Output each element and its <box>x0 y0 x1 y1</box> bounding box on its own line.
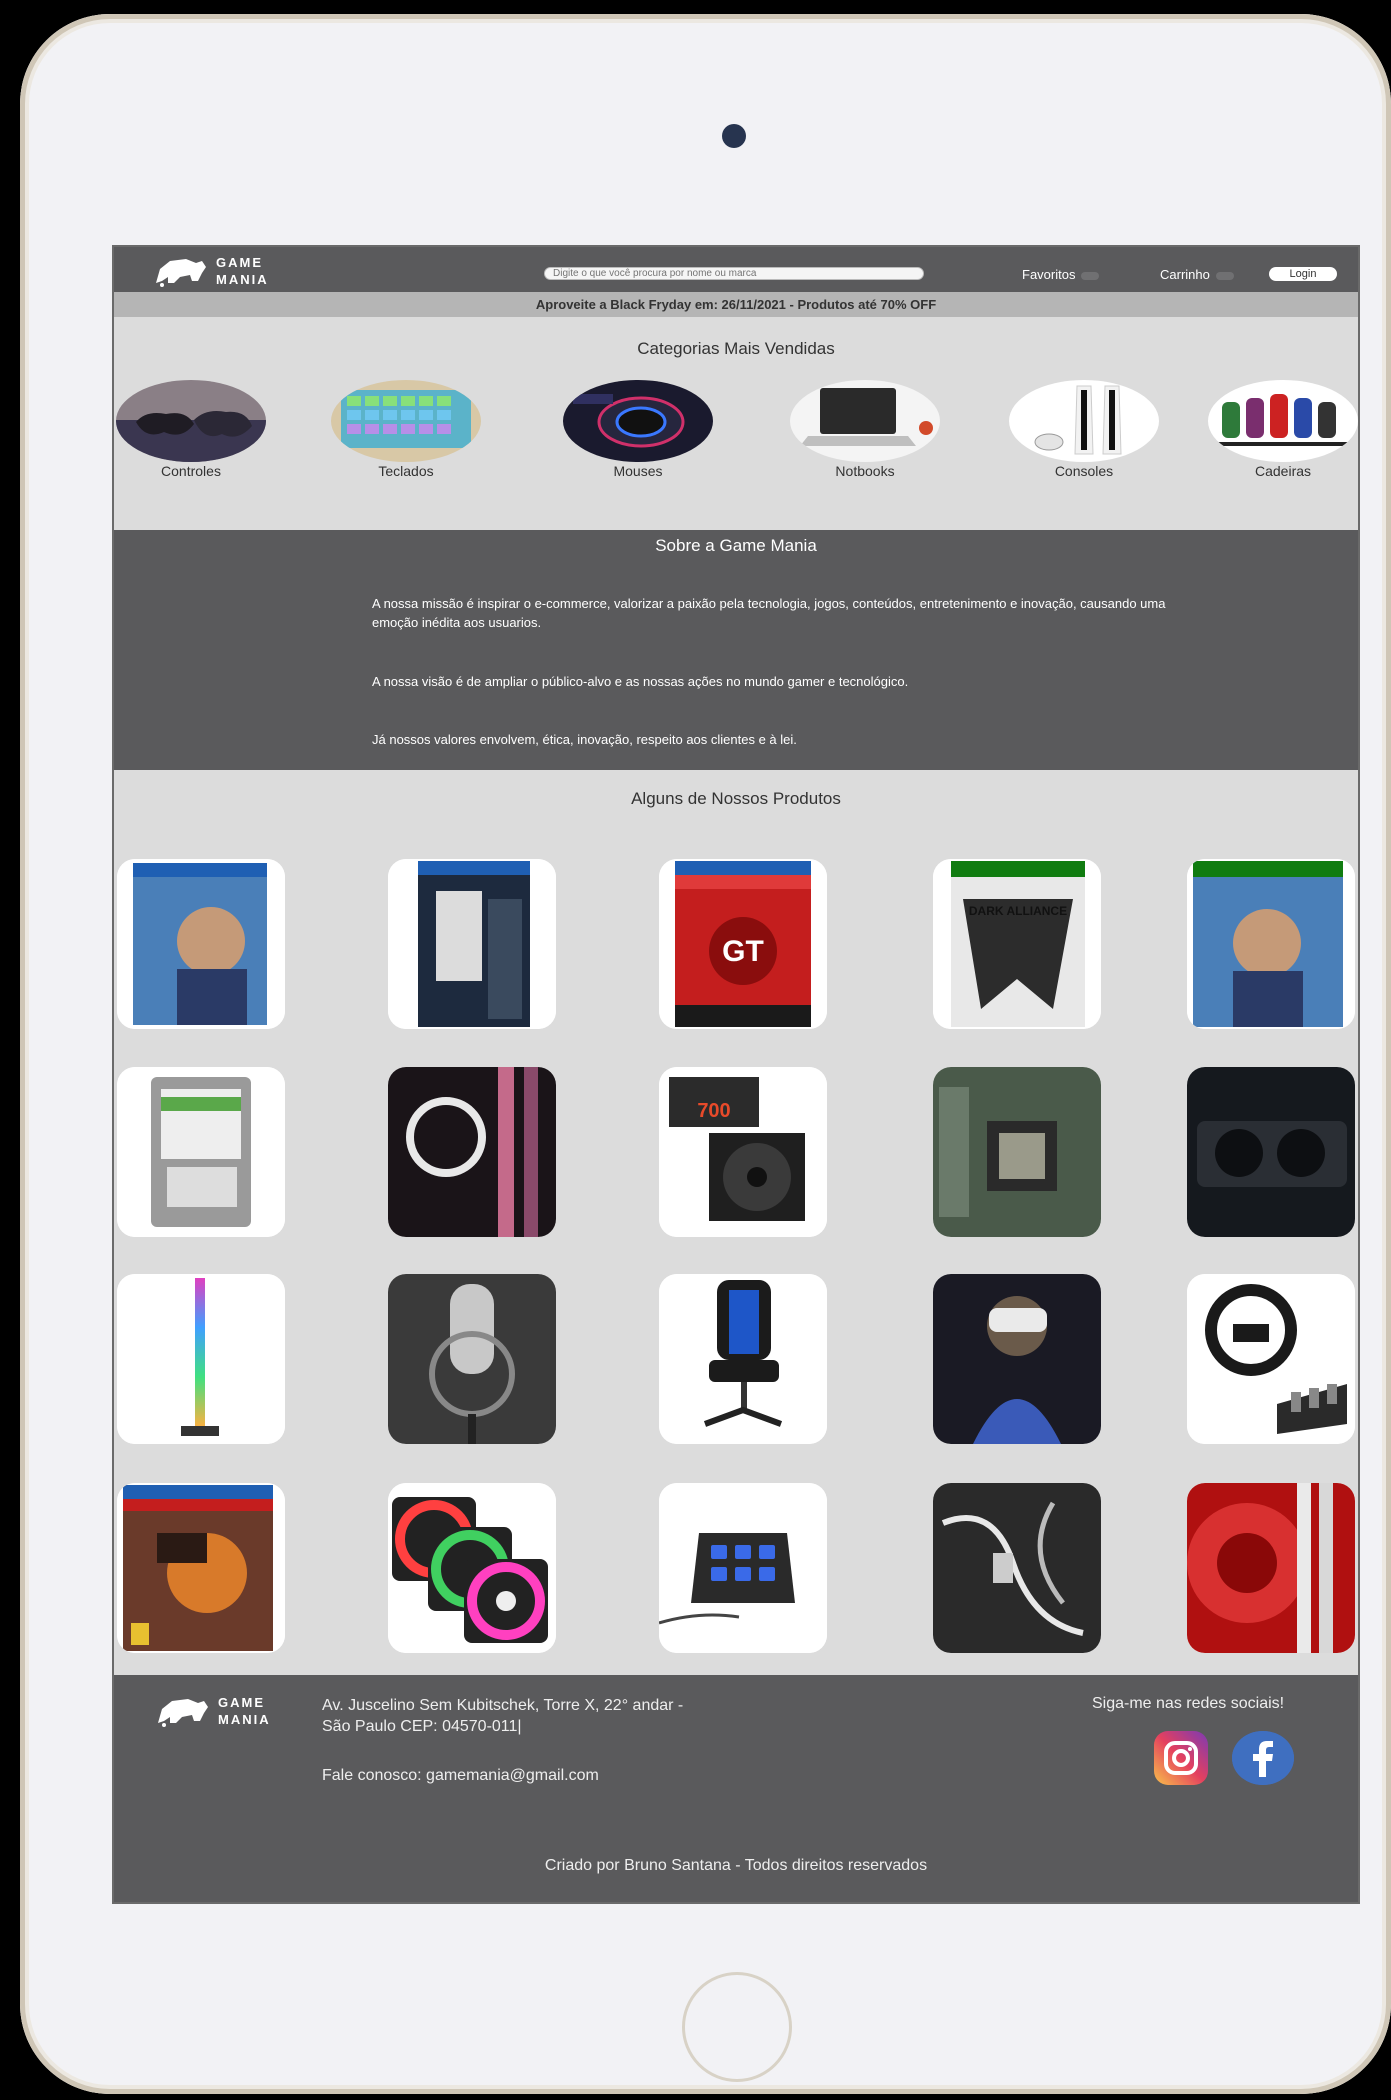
social-title: Siga-me nas redes sociais! <box>1092 1695 1285 1712</box>
favorites-link[interactable]: Favoritos <box>1022 267 1100 282</box>
heart-icon <box>1081 271 1100 280</box>
about-title: Sobre a Game Mania <box>655 536 817 555</box>
svg-text:700: 700 <box>697 1100 730 1122</box>
category-teclados[interactable]: Teclados <box>331 380 481 490</box>
product-card-cables[interactable] <box>933 1483 1101 1653</box>
categories-title: Categorias Mais Vendidas <box>637 339 835 358</box>
category-label: Controles <box>161 463 221 479</box>
product-card-microphone[interactable] <box>388 1274 556 1444</box>
logo-text-game: GAME <box>216 255 263 270</box>
address-line-2: São Paulo CEP: 04570-011| <box>322 1718 522 1735</box>
product-card-rgb-memory[interactable] <box>1187 1483 1355 1653</box>
product-card-hard-drive[interactable] <box>117 1067 285 1237</box>
category-label: Consoles <box>1054 463 1114 479</box>
facebook-icon[interactable] <box>1232 1731 1294 1785</box>
product-card-gaming-chair[interactable] <box>659 1274 827 1444</box>
category-consoles[interactable]: Consoles <box>1009 380 1159 490</box>
category-label: Teclados <box>378 463 434 479</box>
product-card-tlou2[interactable] <box>388 859 556 1029</box>
category-image-notbooks <box>790 380 940 462</box>
site-footer: GAME MANIA Av. Juscelino Sem Kubitschek,… <box>114 1675 1358 1902</box>
category-label: Mouses <box>613 463 663 479</box>
category-label: Notbooks <box>835 463 895 479</box>
logo-text-mania: MANIA <box>218 1712 271 1727</box>
cart-label: Carrinho <box>1160 267 1210 282</box>
category-image-mouses <box>563 380 713 462</box>
category-image-cadeiras <box>1208 380 1358 462</box>
about-section: Sobre a Game Mania A nossa missão é insp… <box>114 530 1358 770</box>
rhino-logo-icon <box>156 259 206 287</box>
copyright: Criado por Bruno Santana - Todos direito… <box>544 1857 928 1874</box>
rhino-logo-icon <box>158 1699 208 1727</box>
cart-icon <box>1215 271 1234 280</box>
address-line-1: Av. Juscelino Sem Kubitschek, Torre X, 2… <box>322 1697 684 1714</box>
tablet-frame: GAME MANIA Favoritos Carrinho Login Apro… <box>20 14 1391 2094</box>
product-card-fifa22-ps4[interactable] <box>117 859 285 1029</box>
logo-text-game: GAME <box>218 1695 265 1710</box>
svg-text:DARK ALLIANCE: DARK ALLIANCE <box>969 904 1067 918</box>
favorites-label: Favoritos <box>1022 267 1076 282</box>
search-input[interactable] <box>544 267 924 280</box>
product-card-racing-wheel[interactable] <box>1187 1274 1355 1444</box>
product-card-rgb-light-bar[interactable] <box>117 1274 285 1444</box>
camera-dot <box>722 124 746 148</box>
category-controles[interactable]: Controles <box>116 380 266 490</box>
product-card-water-cooler[interactable] <box>388 1067 556 1237</box>
about-mission: A nossa missão é inspirar o e-commerce, … <box>372 596 1166 630</box>
product-card-fifa22-xbox[interactable] <box>1187 859 1355 1029</box>
products-title: Alguns de Nossos Produtos <box>631 789 841 808</box>
product-card-rgb-fans[interactable] <box>388 1483 556 1653</box>
product-card-infamous-second-son[interactable] <box>117 1483 285 1653</box>
category-label: Cadeiras <box>1254 463 1312 479</box>
product-card-gran-turismo[interactable]: GT <box>659 859 827 1029</box>
product-card-dark-alliance[interactable]: DARK ALLIANCE <box>933 859 1101 1029</box>
product-card-stream-deck[interactable] <box>659 1483 827 1653</box>
cart-link[interactable]: Carrinho <box>1160 267 1234 282</box>
about-values: Já nossos valores envolvem, ética, inova… <box>372 732 797 747</box>
category-mouses[interactable]: Mouses <box>563 380 713 490</box>
web-page: GAME MANIA Favoritos Carrinho Login Apro… <box>112 245 1360 1904</box>
category-image-consoles <box>1009 380 1159 462</box>
category-image-teclados <box>331 380 481 462</box>
instagram-icon[interactable] <box>1154 1731 1208 1785</box>
product-card-vr-headset[interactable] <box>933 1274 1101 1444</box>
product-card-graphics-card[interactable] <box>1187 1067 1355 1237</box>
footer-address: Av. Juscelino Sem Kubitschek, Torre X, 2… <box>322 1695 683 1737</box>
product-card-motherboard[interactable] <box>933 1067 1101 1237</box>
promo-banner: Aproveite a Black Fryday em: 26/11/2021 … <box>114 292 1358 317</box>
category-cadeiras[interactable]: Cadeiras <box>1208 380 1358 490</box>
category-image-controles <box>116 380 266 462</box>
site-header: GAME MANIA Favoritos Carrinho Login <box>114 247 1358 292</box>
logo-text: GAME MANIA <box>216 254 269 288</box>
logo-text-mania: MANIA <box>216 272 269 287</box>
footer-logo[interactable]: GAME MANIA <box>154 1691 284 1731</box>
product-card-power-supply[interactable]: 700 <box>659 1067 827 1237</box>
site-logo[interactable]: GAME MANIA <box>152 251 282 291</box>
about-vision: A nossa visão é de ampliar o público-alv… <box>372 674 909 689</box>
home-button[interactable] <box>682 1972 792 2082</box>
svg-text:GT: GT <box>722 935 764 968</box>
logo-text: GAME MANIA <box>218 1694 271 1728</box>
category-notbooks[interactable]: Notbooks <box>790 380 940 490</box>
login-button[interactable]: Login <box>1269 267 1337 281</box>
footer-contact: Fale conosco: gamemania@gmail.com <box>322 1767 599 1784</box>
